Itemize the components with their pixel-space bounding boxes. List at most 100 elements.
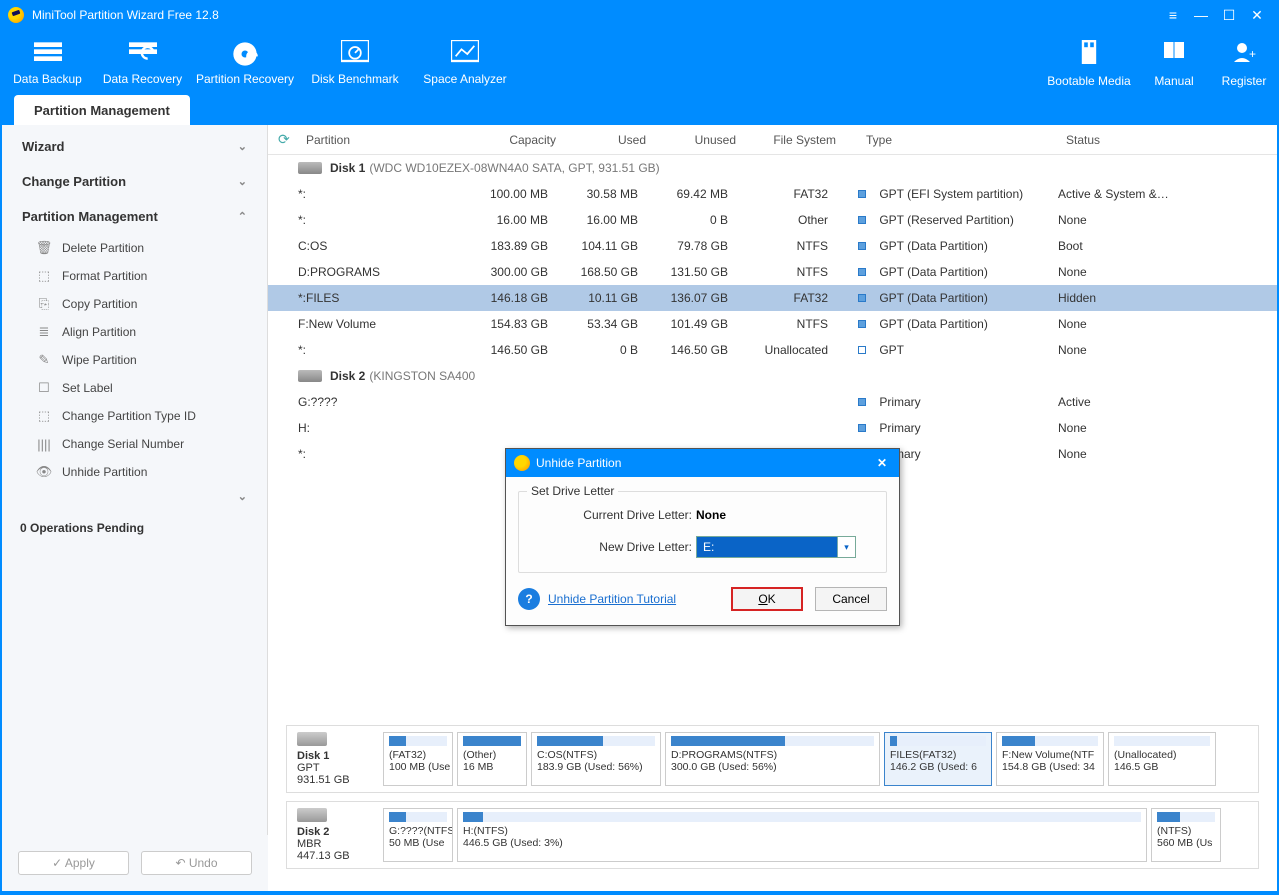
sidebar-section-change-partition[interactable]: Change Partition⌄	[2, 164, 267, 199]
partition-row[interactable]: H: PrimaryNone	[268, 415, 1277, 441]
sidebar-item[interactable]: 🗑 Delete Partition	[2, 234, 267, 262]
col-capacity: Capacity	[476, 133, 576, 147]
refresh-icon[interactable]: ⟳	[278, 131, 298, 148]
type-color-icon	[858, 190, 866, 198]
dialog-titlebar[interactable]: Unhide Partition ✕	[506, 449, 899, 477]
undo-button[interactable]: ↶ Undo	[141, 851, 252, 875]
dialog-title: Unhide Partition	[536, 456, 621, 470]
action-icon: ⬚	[36, 268, 52, 284]
minimize-icon[interactable]: —	[1187, 5, 1215, 25]
diskmap-label: Disk 1GPT931.51 GB	[293, 732, 379, 786]
partition-row[interactable]: *:100.00 MB30.58 MB69.42 MBFAT32 GPT (EF…	[268, 181, 1277, 207]
ok-button[interactable]: OK	[731, 587, 803, 611]
app-logo-icon	[8, 7, 24, 23]
diskmap-partition[interactable]: (NTFS)560 MB (Us	[1151, 808, 1221, 862]
diskmap-partition[interactable]: (Other)16 MB	[457, 732, 527, 786]
diskmap-label: Disk 2MBR447.13 GB	[293, 808, 379, 862]
sidebar-section-wizard[interactable]: Wizard⌄	[2, 129, 267, 164]
current-drive-letter-label: Current Drive Letter:	[531, 508, 696, 522]
col-filesystem: File System	[756, 133, 866, 147]
tutorial-link[interactable]: Unhide Partition Tutorial	[548, 592, 676, 606]
table-header: ⟳ Partition Capacity Used Unused File Sy…	[268, 125, 1277, 155]
diskmap-partition[interactable]: D:PROGRAMS(NTFS)300.0 GB (Used: 56%)	[665, 732, 880, 786]
current-drive-letter-value: None	[696, 508, 726, 522]
ribbon-manual[interactable]: Manual	[1139, 40, 1209, 125]
menu-icon[interactable]: ≡	[1159, 5, 1187, 25]
action-icon: ≣	[36, 324, 52, 340]
col-unused: Unused	[666, 133, 756, 147]
ribbon-partition-recovery[interactable]: Partition Recovery	[190, 40, 300, 125]
disk-map: Disk 1GPT931.51 GB(FAT32)100 MB (Use(Oth…	[268, 715, 1277, 891]
dropdown-arrow-icon: ▾	[837, 537, 855, 557]
chevron-down-icon: ⌄	[238, 175, 247, 188]
col-status: Status	[1066, 133, 1267, 147]
tab-partition-management[interactable]: Partition Management	[14, 95, 190, 126]
diskmap-partition[interactable]: (Unallocated)146.5 GB	[1108, 732, 1216, 786]
sidebar-item-label: Format Partition	[62, 269, 147, 283]
type-color-icon	[858, 398, 866, 406]
sidebar-item[interactable]: ⎘Copy Partition	[2, 290, 267, 318]
cancel-button[interactable]: Cancel	[815, 587, 887, 611]
apply-button[interactable]: ✓ Apply	[18, 851, 129, 875]
sidebar-item[interactable]: 👁 Unhide Partition	[2, 458, 267, 486]
sidebar-item[interactable]: ≣Align Partition	[2, 318, 267, 346]
type-color-icon	[858, 268, 866, 276]
col-partition: Partition	[306, 133, 476, 147]
diskmap-partition[interactable]: H:(NTFS)446.5 GB (Used: 3%)	[457, 808, 1147, 862]
diskmap-partition[interactable]: C:OS(NTFS)183.9 GB (Used: 56%)	[531, 732, 661, 786]
action-icon: ✎	[36, 352, 52, 368]
type-color-icon	[858, 346, 866, 354]
close-icon[interactable]: ✕	[1243, 5, 1271, 25]
sidebar-section-partition-management[interactable]: Partition Management⌃	[2, 199, 267, 234]
partition-row[interactable]: C:OS183.89 GB104.11 GB79.78 GBNTFS GPT (…	[268, 233, 1277, 259]
diskmap-partition[interactable]: G:????(NTFS50 MB (Use	[383, 808, 453, 862]
sidebar-item-label: Wipe Partition	[62, 353, 137, 367]
help-icon[interactable]: ?	[518, 588, 540, 610]
chevron-down-icon: ⌄	[238, 140, 247, 153]
sidebar: Wizard⌄ Change Partition⌄ Partition Mana…	[2, 125, 268, 891]
disk1-header[interactable]: Disk 1(WDC WD10EZEX-08WN4A0 SATA, GPT, 9…	[268, 155, 1277, 181]
fieldset-legend: Set Drive Letter	[527, 484, 618, 498]
partition-row[interactable]: F:New Volume154.83 GB53.34 GB101.49 GBNT…	[268, 311, 1277, 337]
partition-row[interactable]: *:16.00 MB16.00 MB0 BOther GPT (Reserved…	[268, 207, 1277, 233]
action-icon: ||||	[36, 436, 52, 452]
partition-row[interactable]: *:FILES146.18 GB10.11 GB136.07 GBFAT32 G…	[268, 285, 1277, 311]
diskmap-partition[interactable]: F:New Volume(NTF154.8 GB (Used: 34	[996, 732, 1104, 786]
window-title: MiniTool Partition Wizard Free 12.8	[32, 8, 219, 22]
ribbon-register[interactable]: +Register	[1209, 40, 1279, 125]
maximize-icon[interactable]: ☐	[1215, 5, 1243, 25]
sidebar-item[interactable]: ☐Set Label	[2, 374, 267, 402]
col-type: Type	[866, 133, 1066, 147]
svg-text:+: +	[1249, 47, 1256, 61]
disk-icon	[298, 370, 322, 382]
partition-row[interactable]: G:???? PrimaryActive	[268, 389, 1277, 415]
new-drive-letter-select[interactable]: E:▾	[696, 536, 856, 558]
action-icon: ⎘	[36, 296, 52, 312]
action-icon: 👁	[36, 464, 52, 480]
chevron-down-icon: ⌄	[238, 490, 247, 503]
ribbon-bootable-media[interactable]: Bootable Media	[1039, 40, 1139, 125]
sidebar-item[interactable]: ||||Change Serial Number	[2, 430, 267, 458]
type-color-icon	[858, 294, 866, 302]
action-icon: 🗑	[36, 240, 52, 256]
disk-icon	[297, 732, 327, 746]
sidebar-item-label: Set Label	[62, 381, 113, 395]
dialog-close-icon[interactable]: ✕	[873, 456, 891, 470]
disk2-header[interactable]: Disk 2(KINGSTON SA400	[268, 363, 1277, 389]
sidebar-item-label: Delete Partition	[62, 241, 144, 255]
type-color-icon	[858, 424, 866, 432]
diskmap-partition[interactable]: (FAT32)100 MB (Use	[383, 732, 453, 786]
sidebar-item[interactable]: ⬚Change Partition Type ID	[2, 402, 267, 430]
sidebar-item-label: Change Partition Type ID	[62, 409, 196, 423]
disk-icon	[298, 162, 322, 174]
diskmap-partition[interactable]: FILES(FAT32)146.2 GB (Used: 6	[884, 732, 992, 786]
partition-row[interactable]: *:146.50 GB0 B146.50 GBUnallocated GPTNo…	[268, 337, 1277, 363]
sidebar-item[interactable]: ⬚ Format Partition	[2, 262, 267, 290]
ribbon-disk-benchmark[interactable]: Disk Benchmark	[300, 40, 410, 125]
sidebar-item-label: Unhide Partition	[62, 465, 147, 479]
sidebar-item[interactable]: ✎ Wipe Partition	[2, 346, 267, 374]
operations-pending: 0 Operations Pending	[2, 507, 267, 549]
ribbon-space-analyzer[interactable]: Space Analyzer	[410, 40, 520, 125]
partition-row[interactable]: D:PROGRAMS300.00 GB168.50 GB131.50 GBNTF…	[268, 259, 1277, 285]
ribbon-toolbar: Data Backup Data Recovery Partition Reco…	[0, 30, 1279, 125]
